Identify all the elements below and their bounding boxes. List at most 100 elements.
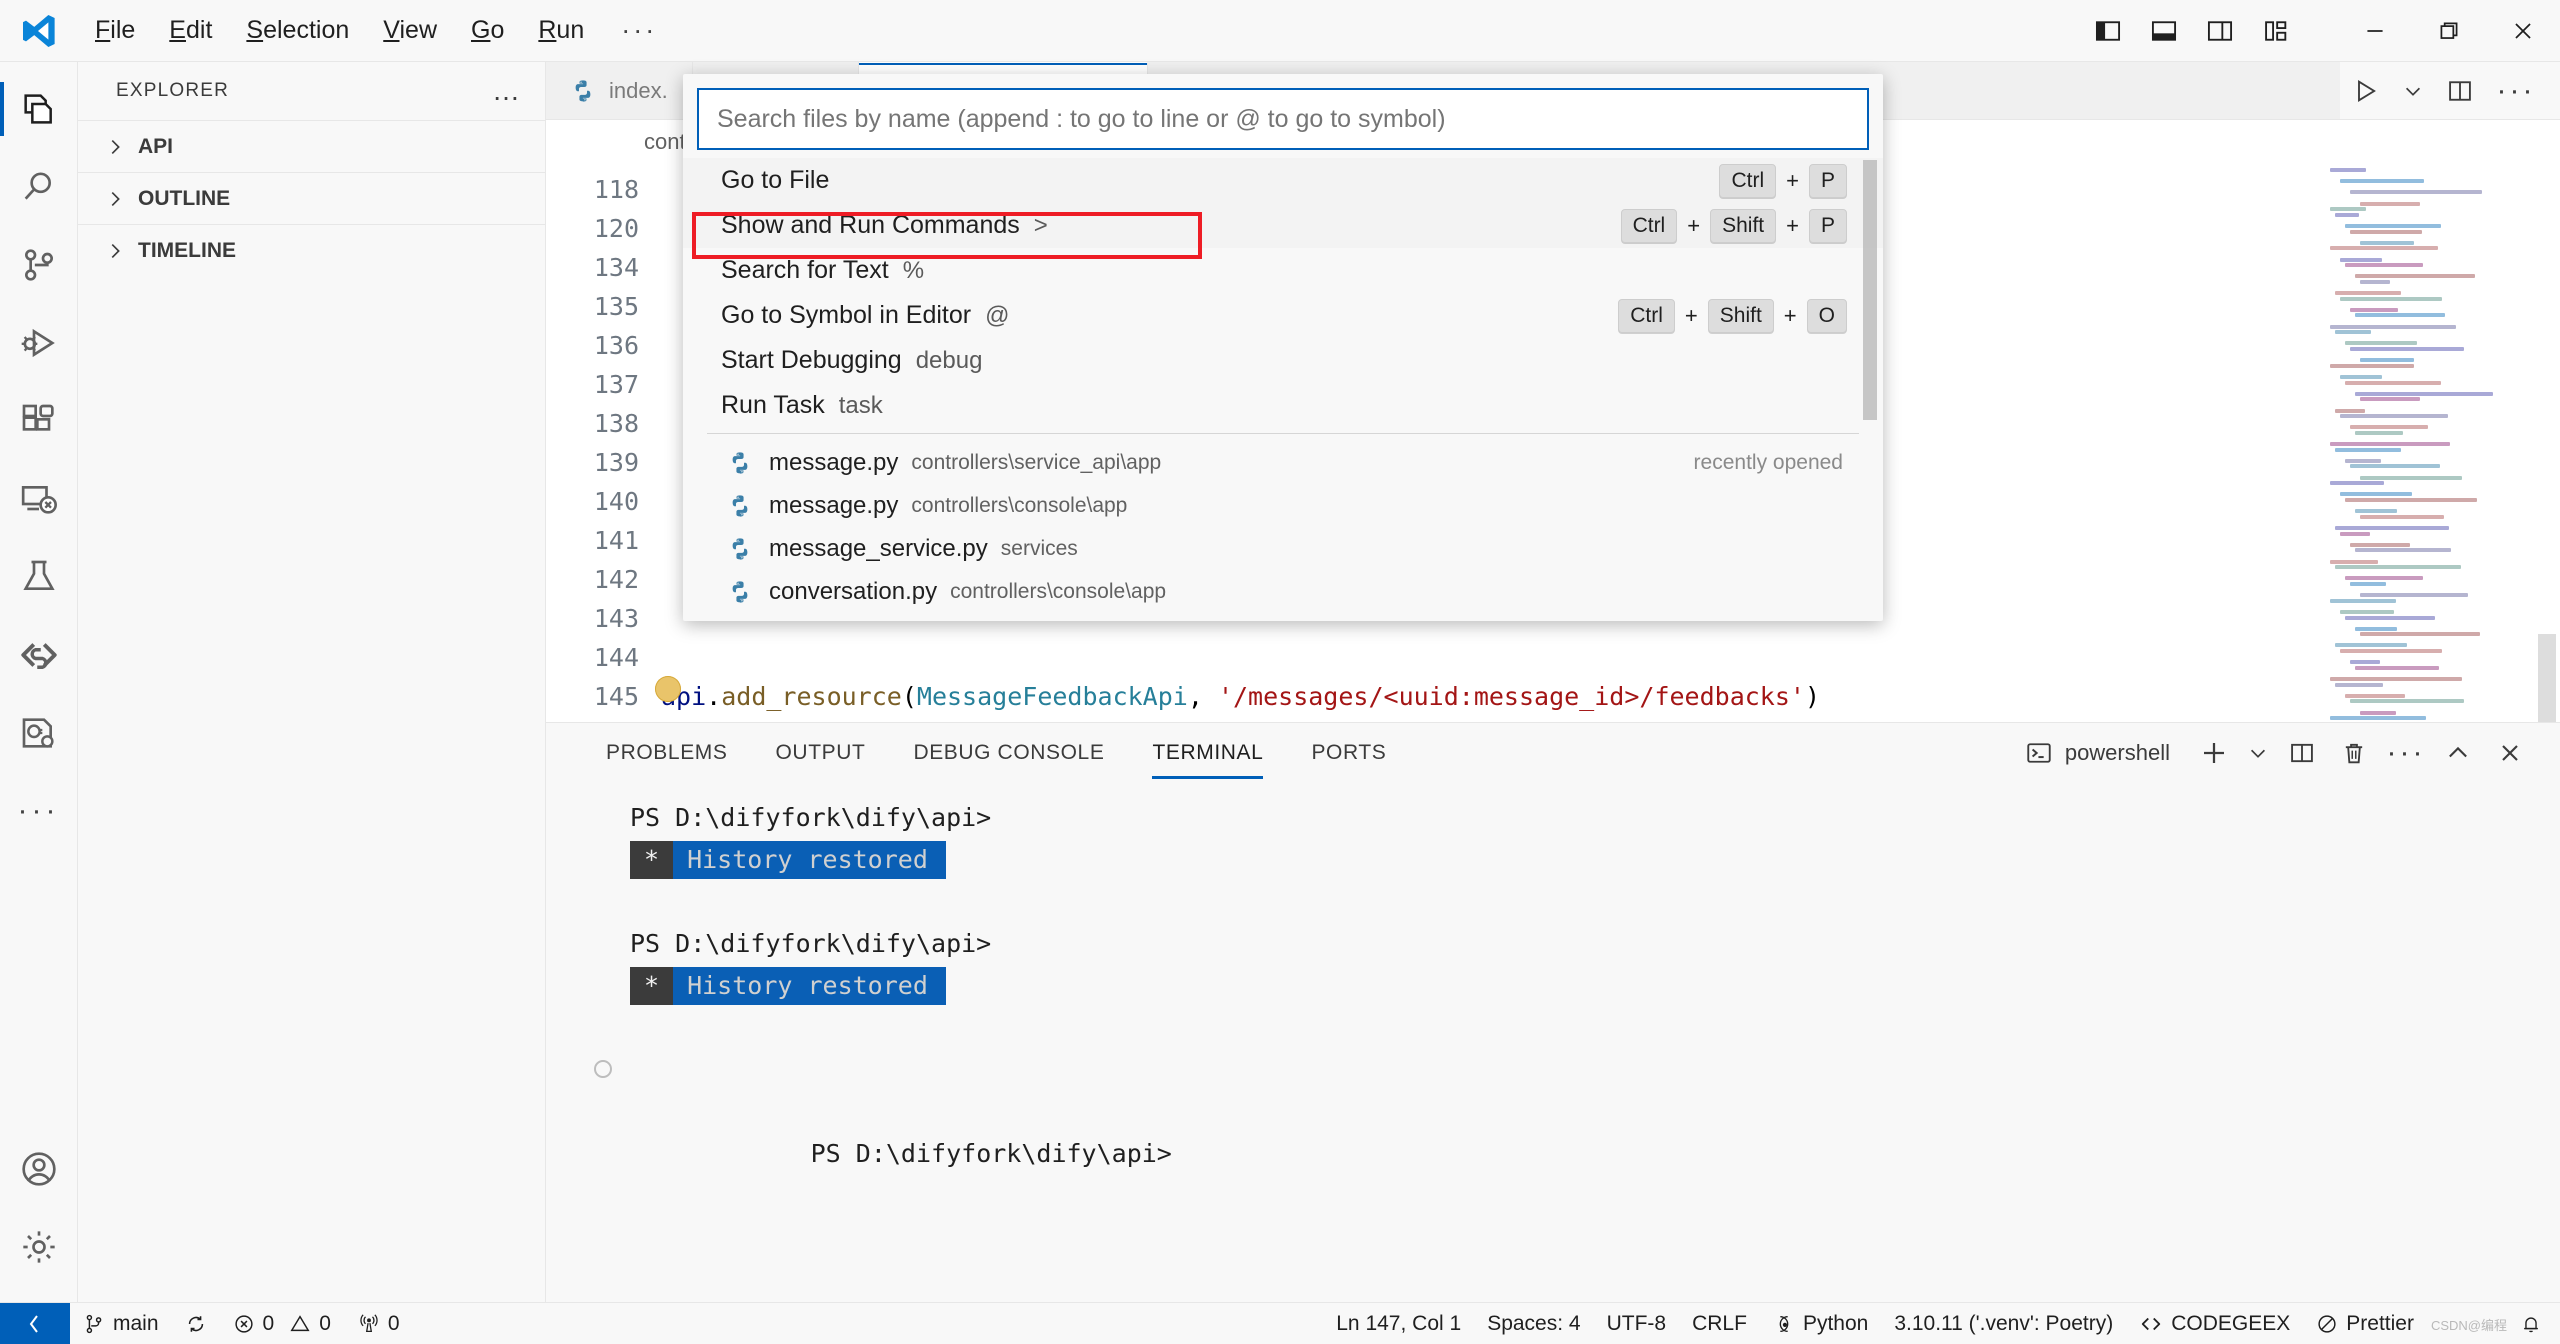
codegeex-icon bbox=[20, 643, 57, 669]
panel-tab-terminal[interactable]: TERMINAL bbox=[1128, 723, 1287, 783]
menu-go[interactable]: Go bbox=[454, 10, 521, 51]
status-remote-window-icon[interactable] bbox=[0, 1302, 70, 1344]
customize-layout-icon[interactable] bbox=[2248, 6, 2304, 56]
python-file-icon bbox=[727, 493, 753, 519]
panel-more-actions-icon[interactable]: ··· bbox=[2380, 727, 2432, 779]
status-errors[interactable]: 0 bbox=[220, 1303, 288, 1344]
kill-terminal-icon[interactable] bbox=[2328, 727, 2380, 779]
terminal-scrollbar[interactable] bbox=[2538, 783, 2554, 1302]
toggle-secondary-sidebar-icon[interactable] bbox=[2192, 6, 2248, 56]
activity-item-testing[interactable] bbox=[0, 538, 78, 616]
status-codegeex[interactable]: CODEGEEX bbox=[2126, 1303, 2303, 1344]
editor-scrollbar[interactable] bbox=[2538, 164, 2556, 722]
editor-scrollbar-thumb[interactable] bbox=[2538, 634, 2556, 722]
menu-view[interactable]: View bbox=[366, 10, 454, 51]
terminal-output[interactable]: PS D:\difyfork\dify\api> * History resto… bbox=[546, 783, 2560, 1302]
minimap-line bbox=[2330, 677, 2462, 682]
status-notifications[interactable] bbox=[2507, 1303, 2560, 1344]
status-prettier[interactable]: Prettier bbox=[2303, 1303, 2427, 1344]
sidebar-section-api[interactable]: API bbox=[78, 120, 545, 172]
activity-overflow-icon[interactable]: ··· bbox=[18, 772, 60, 850]
sidebar-more-icon[interactable]: … bbox=[492, 77, 523, 105]
terminal-shell-selector[interactable]: powershell bbox=[2025, 739, 2170, 767]
minimap-line bbox=[2335, 643, 2407, 648]
panel-tab-label: OUTPUT bbox=[775, 741, 866, 764]
quickpick-item-label: Go to Symbol in Editor bbox=[721, 301, 972, 329]
status-encoding-label: UTF-8 bbox=[1606, 1312, 1667, 1335]
status-encoding[interactable]: UTF-8 bbox=[1594, 1303, 1680, 1344]
activity-item-cmake[interactable] bbox=[0, 694, 78, 772]
chevron-down-icon[interactable] bbox=[2396, 65, 2430, 117]
panel-tab-problems[interactable]: PROBLEMS bbox=[582, 723, 752, 783]
new-terminal-icon[interactable] bbox=[2188, 727, 2240, 779]
status-python-interpreter[interactable]: 3.10.11 ('.venv': Poetry) bbox=[1881, 1303, 2126, 1344]
split-terminal-icon[interactable] bbox=[2276, 727, 2328, 779]
sidebar-section-outline[interactable]: OUTLINE bbox=[78, 172, 545, 224]
close-icon[interactable] bbox=[2486, 0, 2560, 62]
quickpick-file-path: controllers\console\app bbox=[950, 579, 1167, 603]
quickpick-item-run-task[interactable]: Run Task task bbox=[683, 383, 1883, 426]
activity-item-extensions[interactable] bbox=[0, 382, 78, 460]
chevron-right-icon bbox=[102, 240, 128, 262]
maximize-panel-icon[interactable] bbox=[2432, 727, 2484, 779]
quickpick-file-row[interactable]: message_service.py services bbox=[683, 527, 1883, 570]
minimap[interactable] bbox=[2320, 164, 2536, 722]
status-cursor-position[interactable]: Ln 147, Col 1 bbox=[1323, 1303, 1474, 1344]
files-icon bbox=[23, 94, 52, 124]
activity-item-run-and-debug[interactable] bbox=[0, 304, 78, 382]
sidebar-section-timeline[interactable]: TIMELINE bbox=[78, 224, 545, 276]
quickpick-file-row[interactable]: message.py controllers\console\app bbox=[683, 484, 1883, 527]
activity-item-source-control[interactable] bbox=[0, 226, 78, 304]
restore-icon[interactable] bbox=[2412, 0, 2486, 62]
quick-open-input[interactable] bbox=[697, 88, 1869, 150]
toggle-primary-sidebar-icon[interactable] bbox=[2080, 6, 2136, 56]
activity-item-remote-explorer[interactable] bbox=[0, 460, 78, 538]
quickpick-scrollbar-thumb[interactable] bbox=[1863, 160, 1877, 420]
status-eol[interactable]: CRLF bbox=[1679, 1303, 1760, 1344]
status-indentation[interactable]: Spaces: 4 bbox=[1474, 1303, 1593, 1344]
code-token: ) bbox=[1820, 721, 1835, 722]
status-cursor-position-label: Ln 147, Col 1 bbox=[1336, 1312, 1462, 1335]
menu-selection[interactable]: Selection bbox=[229, 10, 366, 51]
quick-fix-lightbulb-icon[interactable] bbox=[655, 676, 681, 702]
status-warnings[interactable]: 0 bbox=[287, 1303, 344, 1344]
status-ports[interactable]: 0 bbox=[344, 1303, 413, 1344]
menu-run[interactable]: Run bbox=[521, 10, 601, 51]
menu-file[interactable]: File bbox=[78, 10, 152, 51]
kbd-key: Shift bbox=[1710, 208, 1777, 243]
status-language-mode[interactable]: Python bbox=[1760, 1303, 1881, 1344]
panel-tab-output[interactable]: OUTPUT bbox=[752, 723, 890, 783]
editor-more-actions-icon[interactable]: ··· bbox=[2490, 65, 2542, 117]
menu-more-icon[interactable]: ··· bbox=[601, 15, 677, 46]
minimap-line bbox=[2345, 223, 2441, 228]
quickpick-item-go-to-file[interactable]: Go to File Ctrl + P bbox=[683, 158, 1883, 203]
panel-tab-debug-console[interactable]: DEBUG CONSOLE bbox=[889, 723, 1128, 783]
terminal-chevron-down-icon[interactable] bbox=[2240, 727, 2276, 779]
quickpick-file-path: services bbox=[1000, 536, 1078, 560]
quickpick-item-show-and-run-commands[interactable]: Show and Run Commands > Ctrl + Shift + P bbox=[683, 203, 1883, 248]
activity-item-codegeex[interactable] bbox=[0, 616, 78, 694]
status-sync[interactable] bbox=[172, 1303, 220, 1344]
menu-edit[interactable]: Edit bbox=[152, 10, 229, 51]
chevron-right-icon bbox=[102, 136, 128, 158]
run-python-file-icon[interactable] bbox=[2340, 65, 2392, 117]
toggle-panel-icon[interactable] bbox=[2136, 6, 2192, 56]
quickpick-scrollbar[interactable] bbox=[1863, 160, 1877, 615]
status-branch[interactable]: main bbox=[70, 1303, 172, 1344]
activity-item-search[interactable] bbox=[0, 148, 78, 226]
quickpick-item-search-for-text[interactable]: Search for Text % bbox=[683, 248, 1883, 293]
code-token: . bbox=[706, 682, 722, 711]
panel-tab-ports[interactable]: PORTS bbox=[1287, 723, 1410, 783]
quickpick-item-go-to-symbol-in-editor[interactable]: Go to Symbol in Editor @ Ctrl + Shift + … bbox=[683, 293, 1883, 338]
manage-gear-icon[interactable] bbox=[0, 1208, 78, 1286]
quickpick-file-row[interactable]: message.py controllers\service_api\app r… bbox=[683, 441, 1883, 484]
activity-item-explorer[interactable] bbox=[0, 70, 78, 148]
quickpick-item-hint: task bbox=[838, 391, 883, 419]
close-panel-icon[interactable] bbox=[2484, 727, 2536, 779]
editor-tab-index[interactable]: index. bbox=[546, 62, 693, 119]
accounts-icon[interactable] bbox=[0, 1130, 78, 1208]
quickpick-item-start-debugging[interactable]: Start Debugging debug bbox=[683, 338, 1883, 383]
minimize-icon[interactable] bbox=[2338, 0, 2412, 62]
quick-open-widget[interactable]: Go to File Ctrl + P Show and Run Command… bbox=[683, 74, 1883, 621]
split-editor-icon[interactable] bbox=[2434, 65, 2486, 117]
